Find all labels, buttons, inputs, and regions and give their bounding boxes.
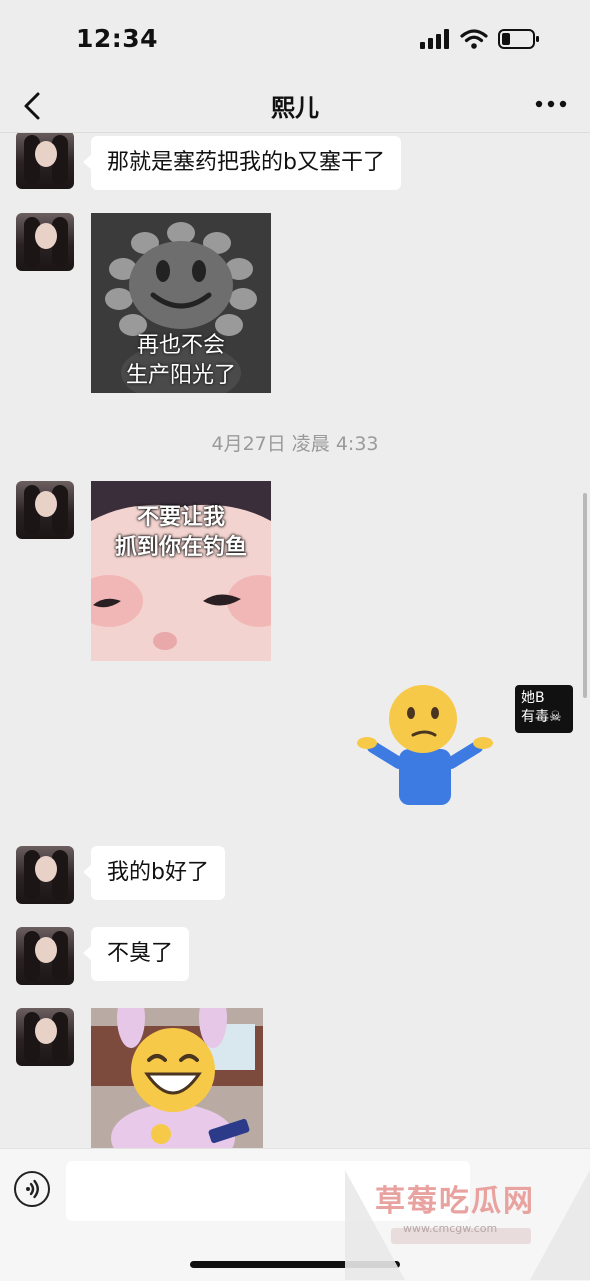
avatar[interactable] [16, 133, 74, 189]
sticker-label-line: 有毒☠ [521, 709, 562, 725]
time-divider: 4月27日 凌晨 4:33 [211, 433, 379, 455]
more-icon[interactable] [534, 92, 568, 116]
sunflower-sticker[interactable]: 再也不会 生产阳光了 [91, 213, 271, 393]
avatar[interactable] [16, 1008, 74, 1066]
chat-message-list[interactable]: 那就是塞药把我的b又塞干了 再也不会 生产阳光了 4月27日 凌晨 4:33 不… [0, 133, 590, 1148]
shrug-sticker[interactable]: 她B 有毒☠ [355, 683, 575, 813]
sticker-label: 她B 有毒☠ [515, 685, 573, 733]
baby-face-sticker[interactable]: 不要让我 抓到你在钓鱼 [91, 481, 271, 661]
scroll-indicator[interactable] [583, 493, 587, 698]
voice-button[interactable] [14, 1171, 50, 1207]
watermark-title: 草莓吃瓜网 [375, 1184, 535, 1219]
bunny-laugh-sticker[interactable] [91, 1008, 263, 1148]
voice-icon [26, 1179, 39, 1199]
battery-icon [498, 29, 539, 49]
nav-bar: 熙儿 [0, 80, 590, 133]
avatar[interactable] [16, 481, 74, 539]
watermark: 草莓吃瓜网 www.cmcgw.com [345, 1170, 590, 1280]
message-bubble[interactable]: 我的b好了 [83, 846, 225, 900]
status-bar: 12:34 [0, 0, 590, 80]
wifi-icon [460, 29, 488, 49]
laughing-bunny-icon [91, 1008, 263, 1148]
sticker-caption: 再也不会 [136, 333, 225, 358]
avatar[interactable] [16, 846, 74, 904]
sticker-caption: 抓到你在钓鱼 [114, 535, 247, 560]
status-icons [420, 28, 540, 50]
signal-icon [420, 29, 449, 49]
sticker-caption: 生产阳光了 [125, 363, 236, 388]
shrug-emoji-icon [357, 685, 493, 805]
message-bubble[interactable]: 那就是塞药把我的b又塞干了 [83, 136, 401, 190]
sticker-label-line: 她B [521, 690, 545, 706]
chat-title: 熙儿 [271, 94, 319, 122]
status-time: 12:34 [76, 24, 159, 53]
sticker-caption: 不要让我 [136, 505, 225, 530]
message-bubble[interactable]: 不臭了 [82, 927, 190, 981]
watermark-url: www.cmcgw.com [403, 1222, 498, 1235]
avatar[interactable] [16, 213, 74, 271]
avatar[interactable] [16, 927, 74, 985]
